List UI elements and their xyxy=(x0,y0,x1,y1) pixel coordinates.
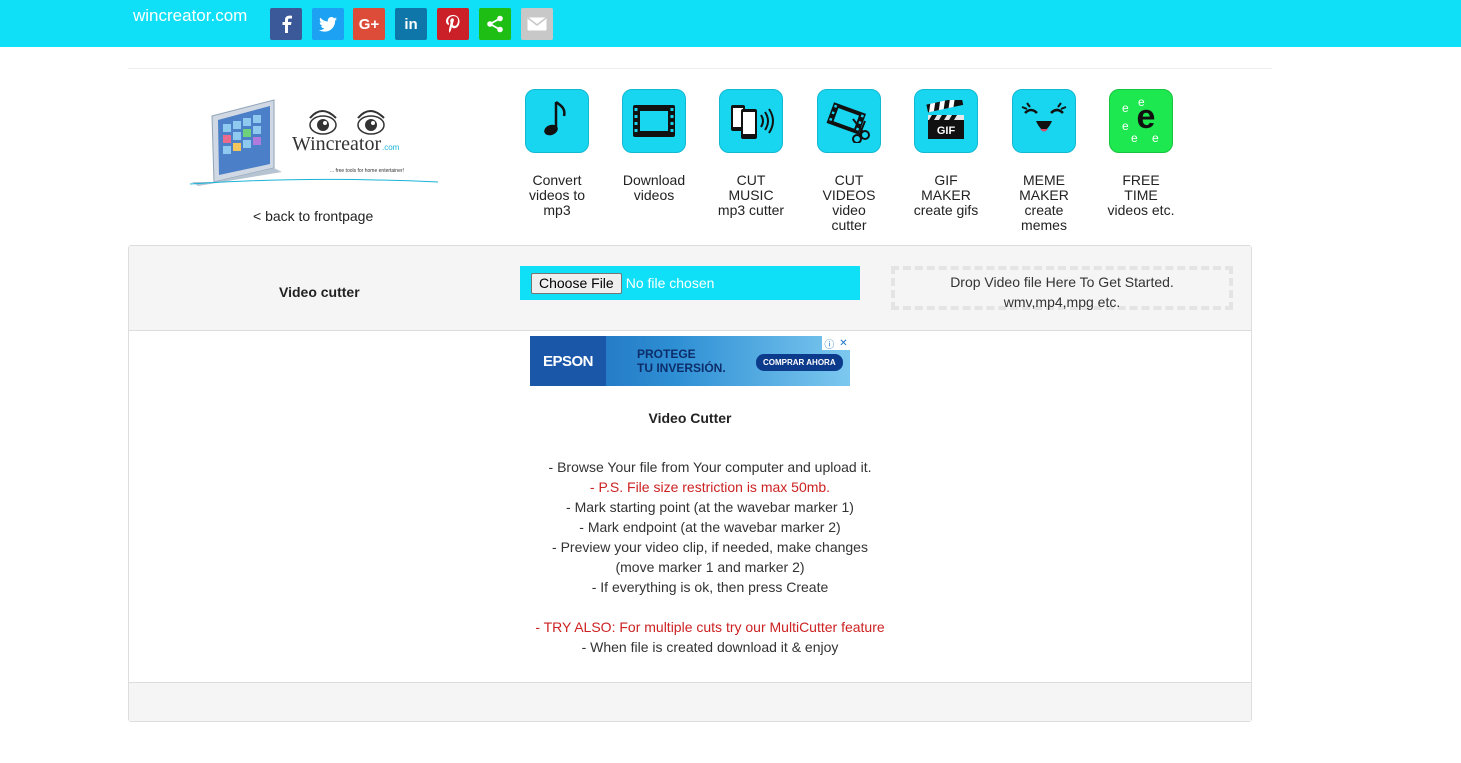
svg-text:e: e xyxy=(1131,131,1138,145)
instructions: - Browse Your file from Your computer an… xyxy=(129,457,1291,657)
share-icon[interactable] xyxy=(479,8,511,40)
tool-label: FREE TIME videos etc. xyxy=(1107,172,1175,218)
file-upload-field[interactable]: Choose File No file chosen xyxy=(520,266,860,300)
tool-label: CUT VIDEOS video cutter xyxy=(822,172,876,233)
svg-text:GIF: GIF xyxy=(937,125,956,137)
tool-gif-maker[interactable]: GIF GIF MAKER create gifs xyxy=(896,89,996,218)
letter-e-icon[interactable]: eeeeee xyxy=(1109,89,1173,153)
video-cutter-panel: Video cutter Choose File No file chosen … xyxy=(128,245,1252,722)
tool-label: CUT MUSIC mp3 cutter xyxy=(717,172,785,218)
multicutter-link[interactable]: - TRY ALSO: For multiple cuts try our Mu… xyxy=(129,617,1291,637)
instruction-line-warning: - P.S. File size restriction is max 50mb… xyxy=(589,479,831,495)
file-status: No file chosen xyxy=(625,275,715,291)
tool-cut-videos[interactable]: CUT VIDEOS video cutter xyxy=(799,89,899,233)
drop-zone-formats: wmv,mp4,mpg etc. xyxy=(1003,294,1121,310)
film-scissors-icon[interactable] xyxy=(817,89,881,153)
instruction-line: - If everything is ok, then press Create xyxy=(591,579,829,595)
tool-label: MEME MAKER create memes xyxy=(1019,172,1069,233)
drop-zone[interactable]: Drop Video file Here To Get Started. wmv… xyxy=(891,266,1233,310)
svg-text:e: e xyxy=(1122,119,1129,133)
tool-free-time[interactable]: eeeeee FREE TIME videos etc. xyxy=(1091,89,1191,218)
music-note-icon[interactable] xyxy=(525,89,589,153)
panel-footer xyxy=(129,682,1251,721)
meme-face-icon[interactable] xyxy=(1012,89,1076,153)
film-strip-icon[interactable] xyxy=(622,89,686,153)
pinterest-share-icon[interactable] xyxy=(437,8,469,40)
divider xyxy=(128,68,1272,69)
instruction-line: - When file is created download it & enj… xyxy=(581,639,839,655)
instruction-line: - Mark endpoint (at the wavebar marker 2… xyxy=(579,519,841,535)
phone-sound-icon[interactable] xyxy=(719,89,783,153)
svg-text:e: e xyxy=(1138,96,1145,109)
instruction-line: - Preview your video clip, if needed, ma… xyxy=(552,539,868,555)
facebook-share-icon[interactable] xyxy=(270,8,302,40)
ad-close-icon[interactable]: ⓘ ✕ xyxy=(822,336,850,351)
tool-cut-music[interactable]: CUT MUSIC mp3 cutter xyxy=(701,89,801,218)
logo-text: Wincreator xyxy=(292,133,381,155)
top-bar: wincreator.com G+ in xyxy=(0,0,1461,47)
tool-meme-maker[interactable]: MEME MAKER create memes xyxy=(994,89,1094,233)
ad-promo: PROTEGE TU INVERSIÓN. xyxy=(637,347,726,375)
tool-label: Download videos xyxy=(622,172,686,203)
ad-cta-button[interactable]: COMPRAR AHORA xyxy=(756,354,843,371)
logo-suffix: .com xyxy=(382,143,400,152)
linkedin-share-icon[interactable]: in xyxy=(395,8,427,40)
svg-text:e: e xyxy=(1122,101,1129,115)
choose-file-button[interactable]: Choose File xyxy=(531,272,622,294)
panel-header: Video cutter Choose File No file chosen … xyxy=(129,246,1251,331)
logo-tagline: ... free tools for home entertainer! xyxy=(330,168,404,174)
google-plus-share-icon[interactable]: G+ xyxy=(353,8,385,40)
twitter-share-icon[interactable] xyxy=(312,8,344,40)
instruction-line: - Mark starting point (at the wavebar ma… xyxy=(566,499,854,515)
instruction-line: (move marker 1 and marker 2) xyxy=(615,559,805,575)
tool-download-videos[interactable]: Download videos xyxy=(604,89,704,203)
tool-label: GIF MAKER create gifs xyxy=(913,172,979,218)
advertisement-banner[interactable]: EPSON PROTEGE TU INVERSIÓN. COMPRAR AHOR… xyxy=(530,336,850,386)
instruction-line: - Browse Your file from Your computer an… xyxy=(548,459,872,475)
tool-label: Convert videos to mp3 xyxy=(528,172,586,218)
site-logo[interactable]: Wincreator .com ... free tools for home … xyxy=(186,96,442,188)
content-title: Video Cutter xyxy=(648,410,732,426)
tool-convert-mp3[interactable]: Convert videos to mp3 xyxy=(507,89,607,218)
svg-text:e: e xyxy=(1152,131,1159,145)
gif-clapper-icon[interactable]: GIF xyxy=(914,89,978,153)
ad-brand: EPSON xyxy=(530,336,606,386)
drop-zone-text: Drop Video file Here To Get Started. xyxy=(950,274,1174,290)
back-to-frontpage-link[interactable]: < back to frontpage xyxy=(253,208,373,224)
panel-title: Video cutter xyxy=(279,284,360,300)
email-share-icon[interactable] xyxy=(521,8,553,40)
site-brand[interactable]: wincreator.com xyxy=(133,6,247,26)
